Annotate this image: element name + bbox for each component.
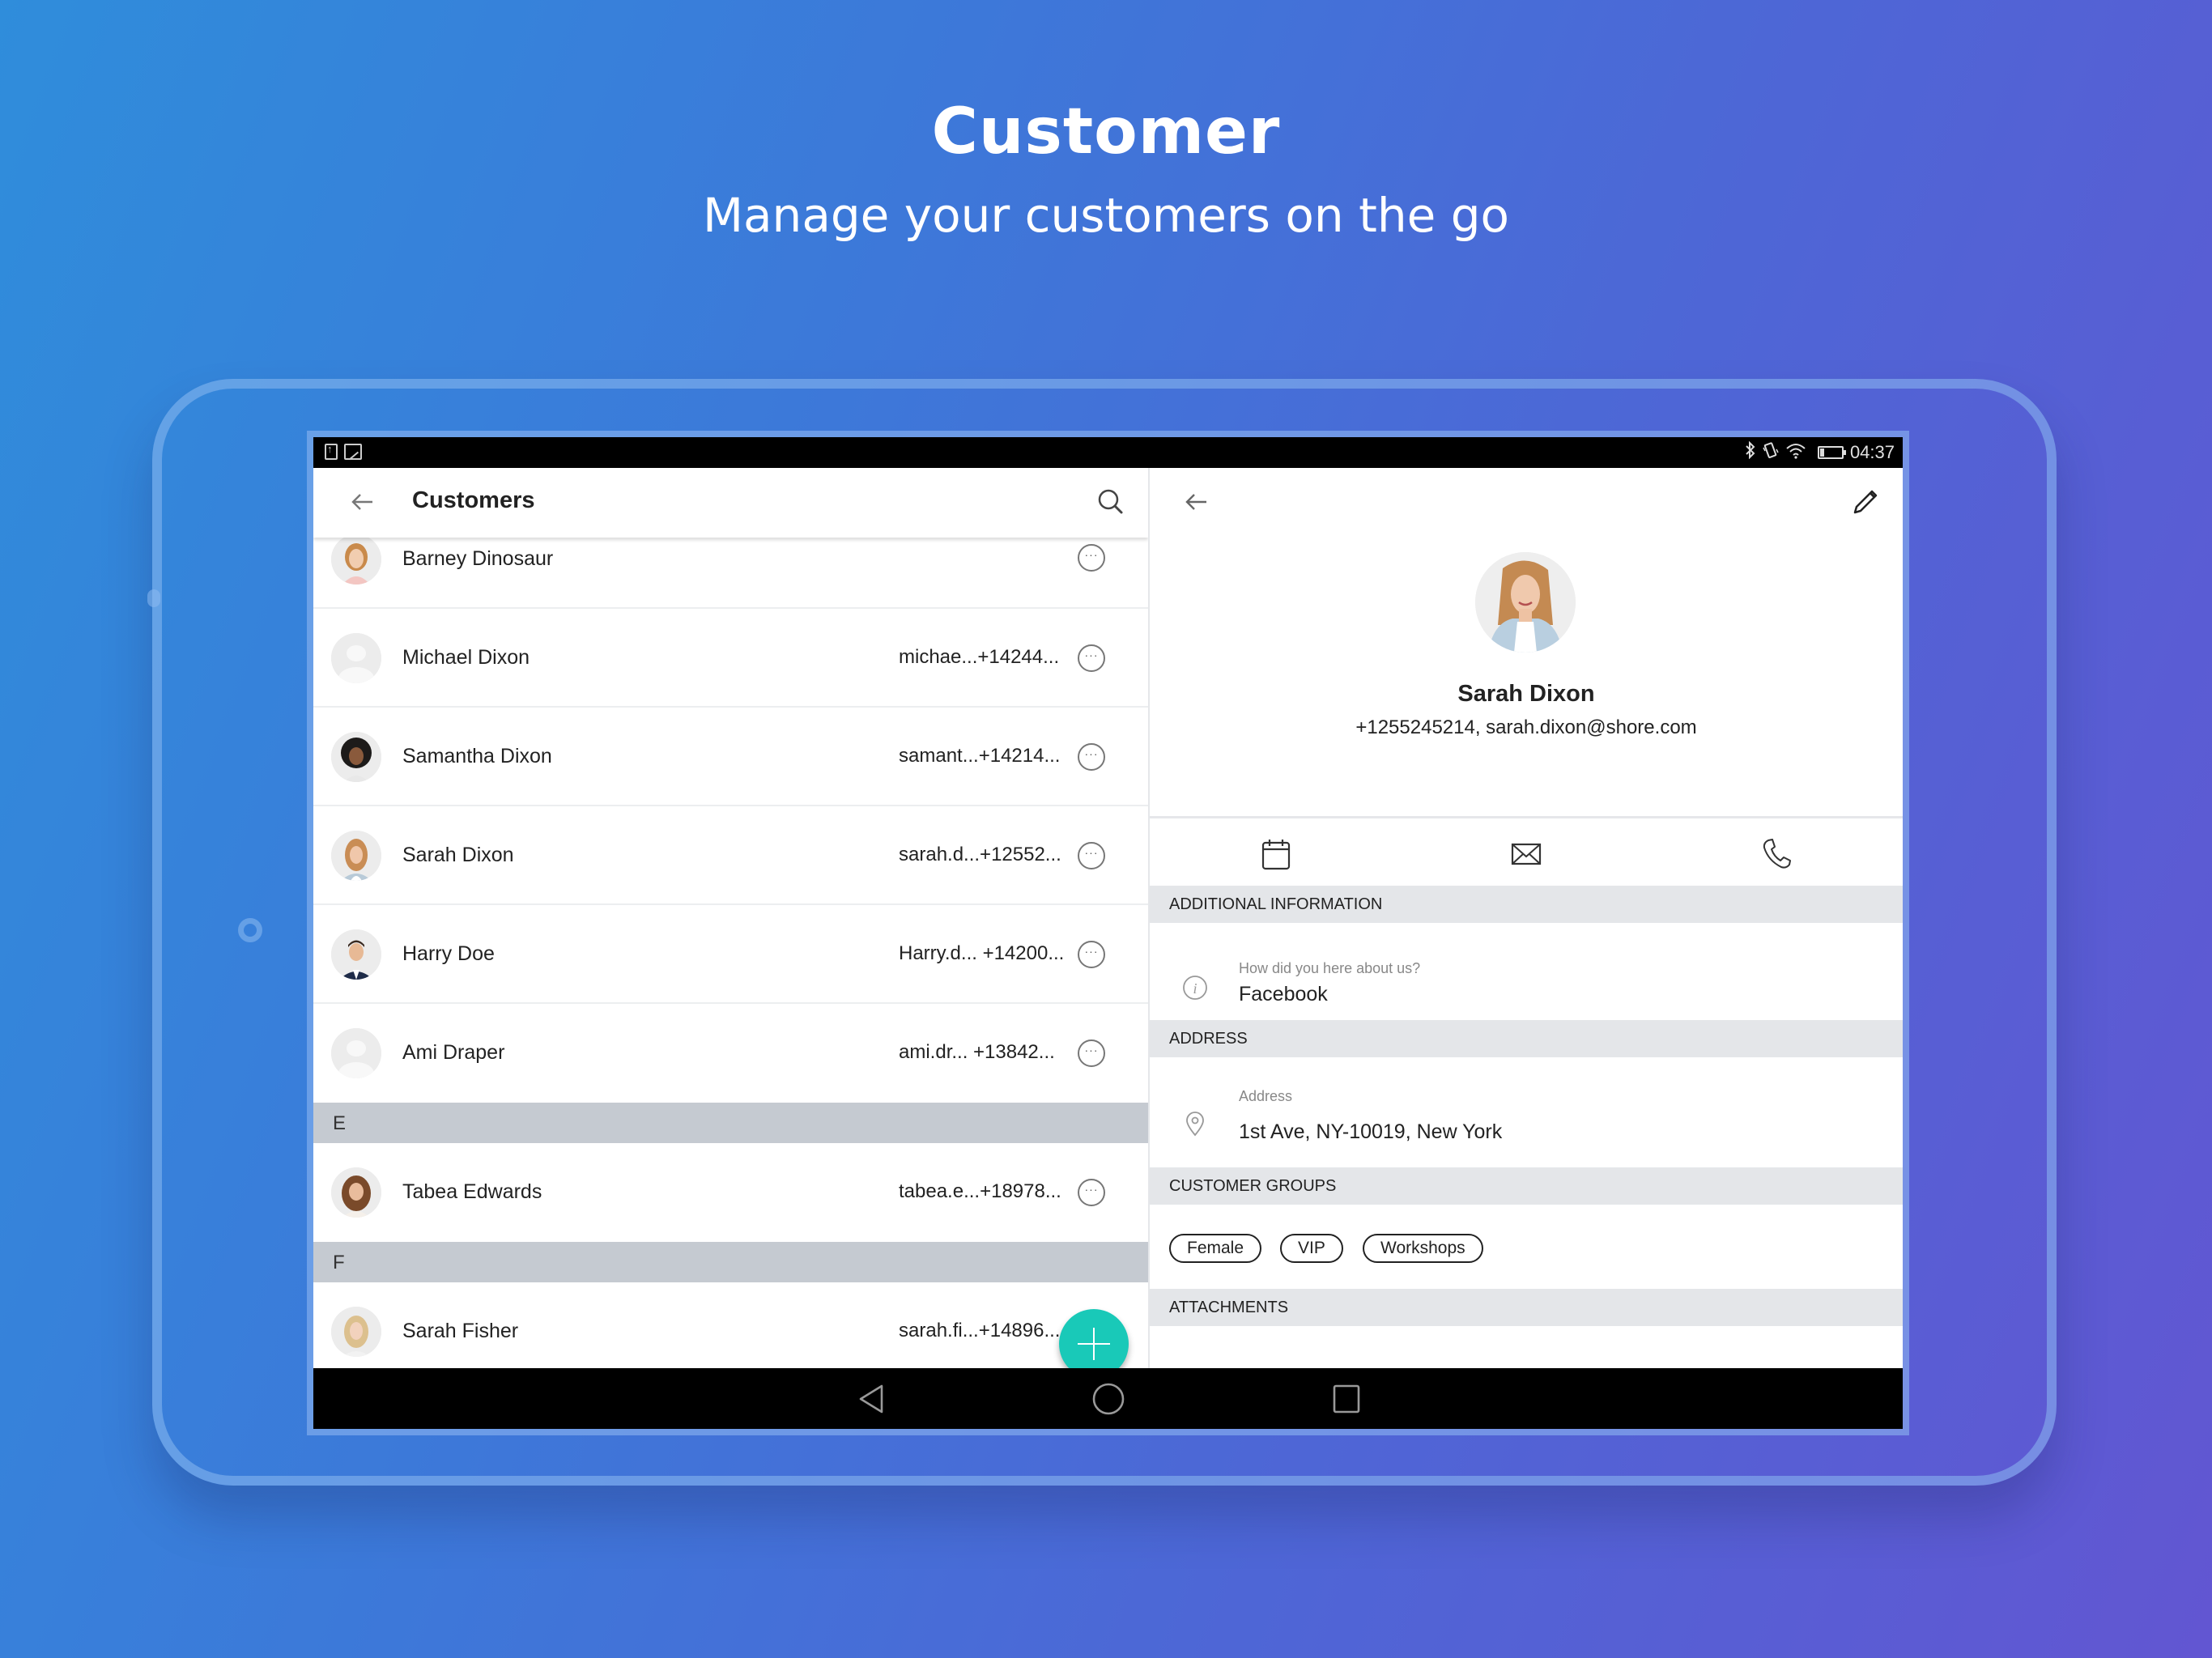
call-button[interactable] (1759, 836, 1794, 872)
more-options-button[interactable]: ··· (1078, 544, 1105, 572)
send-email-button[interactable] (1508, 836, 1544, 872)
arrow-left-icon (351, 494, 372, 510)
customer-name: Sarah Dixon (402, 844, 514, 866)
section-address: ADDRESS (1150, 1020, 1903, 1057)
customer-row[interactable]: Barney Dinosaur ··· (313, 534, 1148, 609)
more-options-button[interactable]: ··· (1078, 743, 1105, 771)
wifi-icon (1785, 441, 1806, 464)
hero-subtitle: Manage your customers on the go (702, 188, 1510, 243)
customer-name: Ami Draper (402, 1041, 505, 1064)
customer-name: Michael Dixon (402, 646, 530, 669)
recents-square-icon (1333, 1384, 1360, 1414)
nav-home-button[interactable] (1091, 1381, 1126, 1417)
avatar (331, 534, 381, 585)
customer-row[interactable]: Tabea Edwards tabea.e...+18978... ··· (313, 1143, 1148, 1242)
section-title: ATTACHMENTS (1169, 1299, 1289, 1316)
more-options-button[interactable]: ··· (1078, 1179, 1105, 1206)
section-letter: E (333, 1112, 347, 1134)
address-value: 1st Ave, NY-10019, New York (1239, 1120, 1503, 1143)
avatar (331, 1167, 381, 1218)
customer-name: Sarah Fisher (402, 1320, 519, 1342)
section-additional-information: ADDITIONAL INFORMATION (1150, 886, 1903, 923)
tablet-side-button (147, 589, 160, 607)
address-label: Address (1239, 1088, 1293, 1104)
battery-icon (1817, 446, 1846, 459)
svg-text:i: i (1193, 980, 1197, 997)
book-appointment-button[interactable] (1258, 836, 1294, 872)
section-title: ADDITIONAL INFORMATION (1169, 895, 1383, 913)
location-pin-icon (1186, 1112, 1204, 1137)
more-options-button[interactable]: ··· (1078, 842, 1105, 869)
page-title: Customers (412, 487, 535, 513)
section-title: ADDRESS (1169, 1030, 1248, 1048)
section-attachments: ATTACHMENTS (1150, 1289, 1903, 1326)
status-time: 04:37 (1849, 442, 1895, 462)
group-chip-female[interactable]: Female (1169, 1234, 1262, 1263)
customer-row[interactable]: Sarah Dixon sarah.d...+12552... ··· (313, 806, 1148, 905)
section-letter: F (333, 1252, 345, 1273)
avatar (331, 1307, 381, 1357)
contact-actions-bar (1150, 816, 1903, 890)
group-chip-workshops[interactable]: Workshops (1363, 1234, 1483, 1263)
hero-title: Customer (931, 96, 1281, 168)
group-chip-vip[interactable]: VIP (1280, 1234, 1343, 1263)
calendar-icon (1261, 840, 1291, 870)
avatar (331, 929, 381, 980)
search-icon (1098, 489, 1123, 514)
customer-detail-pane: Sarah Dixon +1255245214, sarah.dixon@sho… (1150, 468, 1903, 1368)
vibrate-icon (1763, 441, 1779, 464)
customer-row[interactable]: Ami Draper ami.dr... +13842... ··· (313, 1004, 1148, 1103)
customer-name: Barney Dinosaur (402, 547, 554, 570)
upload-notification-icon (325, 443, 338, 460)
more-options-button[interactable]: ··· (1078, 941, 1105, 968)
nav-back-button[interactable] (854, 1381, 890, 1417)
referral-value: Facebook (1239, 983, 1328, 1005)
customer-row[interactable]: Michael Dixon michae...+14244... ··· (313, 609, 1148, 708)
mail-icon (1511, 843, 1542, 865)
search-button[interactable] (1095, 486, 1127, 518)
customers-app-bar: Customers (313, 468, 1148, 538)
customers-list-pane: Customers Barney Dinosaur ··· Michael Di… (313, 468, 1148, 1368)
profile-avatar (1475, 552, 1576, 653)
customer-name-heading: Sarah Dixon (1457, 681, 1595, 707)
phone-icon (1763, 839, 1791, 869)
back-button[interactable] (346, 486, 378, 518)
tablet-camera-dot (238, 918, 262, 942)
info-icon: i (1183, 976, 1207, 1000)
back-triangle-icon (859, 1384, 883, 1414)
status-bar: 04:37 (313, 437, 1903, 468)
pencil-icon (1853, 490, 1878, 514)
customer-name: Harry Doe (402, 942, 495, 965)
avatar (331, 831, 381, 881)
customer-name: Tabea Edwards (402, 1180, 542, 1203)
system-navigation-bar (313, 1368, 1903, 1429)
section-title: CUSTOMER GROUPS (1169, 1177, 1337, 1195)
customer-list: Barney Dinosaur ··· Michael Dixon michae… (313, 534, 1148, 1368)
customer-row[interactable]: Sarah Fisher sarah.fi...+14896... (313, 1282, 1148, 1368)
customer-row[interactable]: Harry Doe Harry.d... +14200... ··· (313, 905, 1148, 1004)
avatar-placeholder (331, 633, 381, 683)
section-header-e: E (313, 1103, 1148, 1143)
arrow-left-icon (1185, 494, 1206, 510)
customer-contact-line[interactable]: +1255245214, sarah.dixon@shore.com (1150, 716, 1903, 739)
section-customer-groups: CUSTOMER GROUPS (1150, 1167, 1903, 1205)
referral-label: How did you here about us? (1239, 960, 1421, 976)
customer-groups-chips: Female VIP Workshops (1169, 1234, 1817, 1266)
avatar-placeholder (331, 1028, 381, 1078)
customer-row[interactable]: Samantha Dixon samant...+14214... ··· (313, 708, 1148, 806)
edit-button[interactable] (1848, 486, 1880, 518)
detail-back-button[interactable] (1184, 486, 1216, 518)
more-options-button[interactable]: ··· (1078, 1039, 1105, 1067)
nav-recents-button[interactable] (1329, 1381, 1364, 1417)
customer-name: Samantha Dixon (402, 745, 552, 767)
avatar (331, 732, 381, 782)
bluetooth-icon (1745, 440, 1756, 464)
section-header-f: F (313, 1242, 1148, 1282)
image-notification-icon (344, 444, 362, 460)
more-options-button[interactable]: ··· (1078, 644, 1105, 672)
home-circle-icon (1092, 1383, 1125, 1415)
device-screen: 04:37 Customers Barney Dinosaur ··· (313, 437, 1903, 1429)
